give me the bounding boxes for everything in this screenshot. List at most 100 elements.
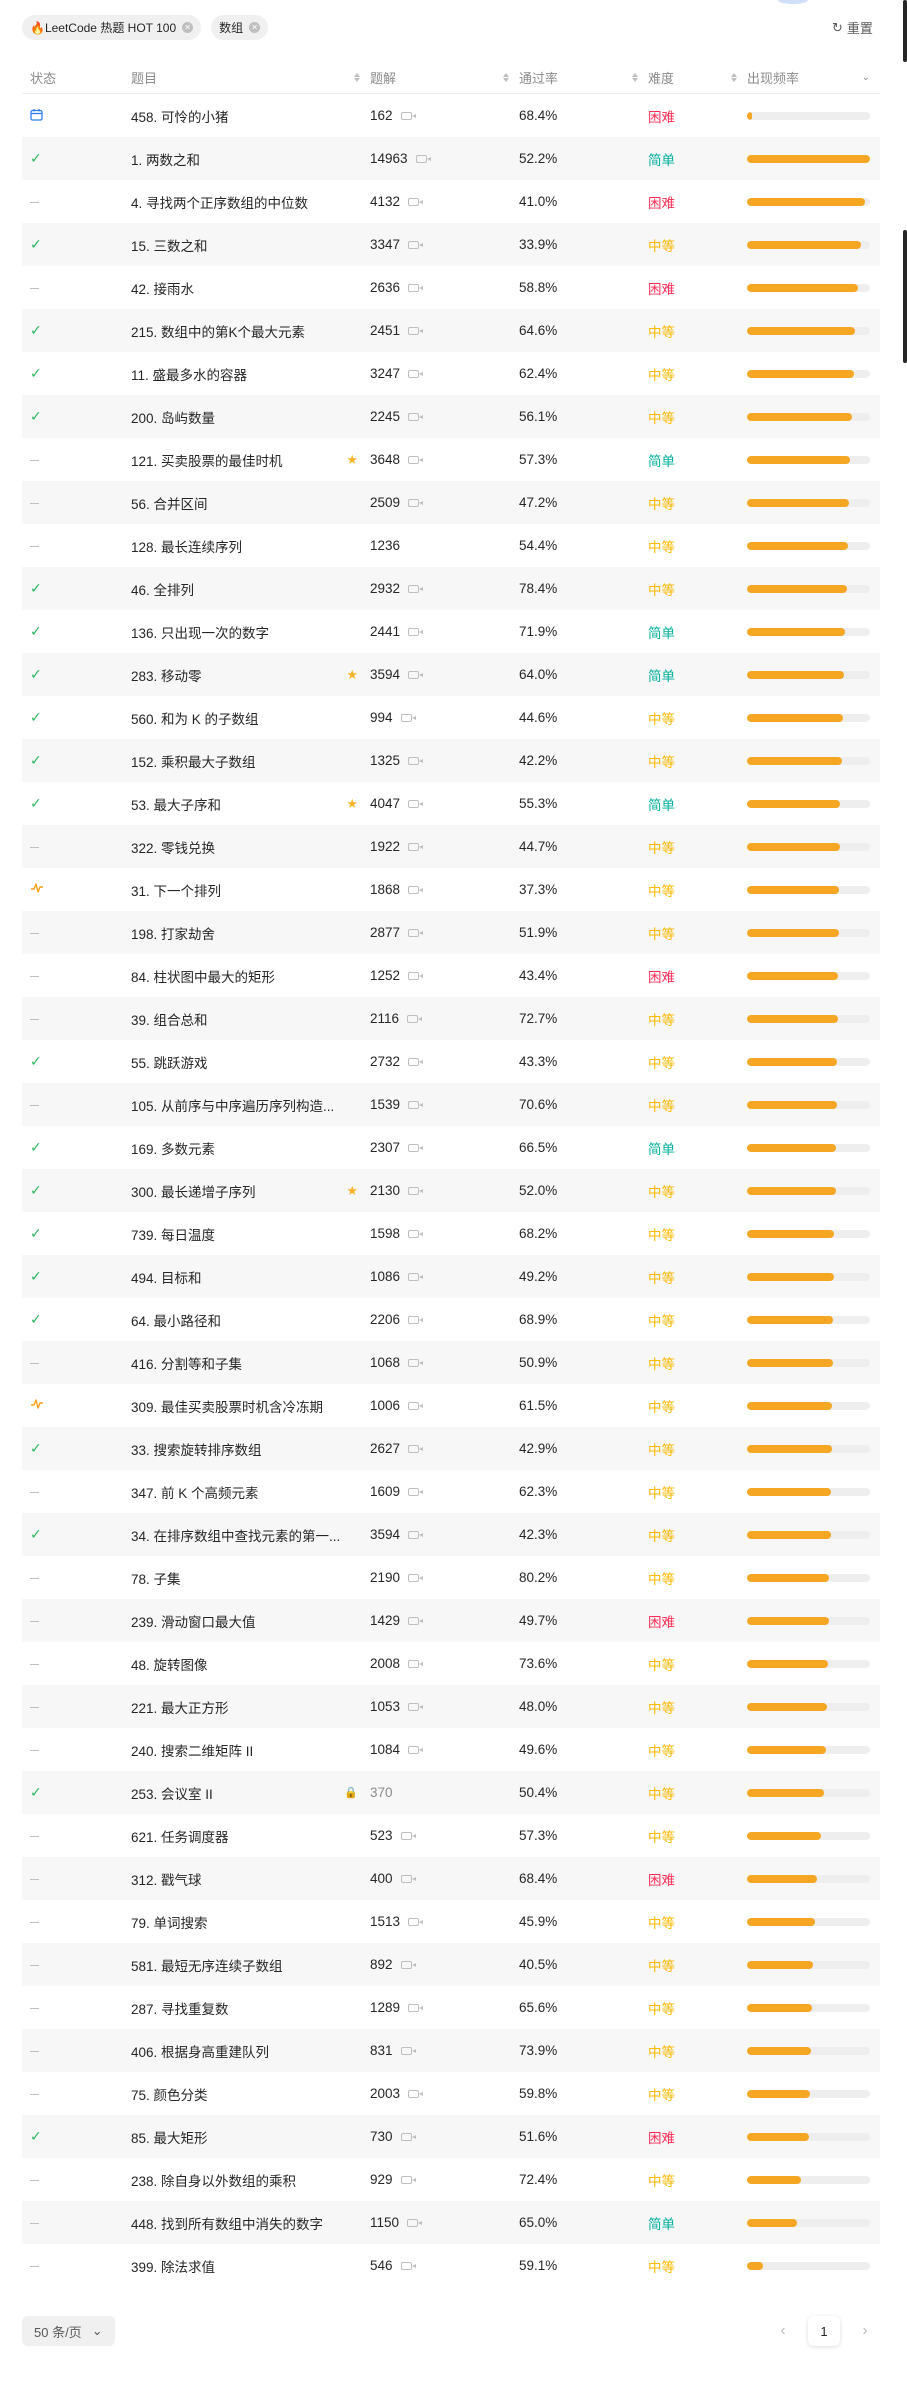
video-icon[interactable] [407,1014,423,1023]
solutions-cell[interactable]: 1539 [370,1097,519,1112]
problem-title-link[interactable]: 240. 搜索二维矩阵 II [131,1740,358,1760]
title-cell[interactable]: 1. 两数之和 [131,149,370,169]
solutions-cell[interactable]: 4132 [370,194,519,209]
scrollbar-thumb-top[interactable] [903,0,907,62]
table-row[interactable]: 312. 戳气球 400 68.4% 困难 [22,1857,880,1900]
solutions-count[interactable]: 2932 [370,581,400,596]
title-cell[interactable]: 448. 找到所有数组中消失的数字 [131,2213,370,2233]
title-cell[interactable]: 739. 每日温度 [131,1224,370,1244]
title-cell[interactable]: 406. 根据身高重建队列 [131,2041,370,2061]
solutions-count[interactable]: 4047 [370,796,400,811]
title-cell[interactable]: 55. 跳跃游戏 [131,1052,370,1072]
problem-title-link[interactable]: 46. 全排列 [131,579,358,599]
problem-title-link[interactable]: 739. 每日温度 [131,1224,358,1244]
solutions-count[interactable]: 1068 [370,1355,400,1370]
solutions-cell[interactable]: 2190 [370,1570,519,1585]
problem-title-link[interactable]: 283. 移动零 [131,665,342,685]
page-number-button[interactable]: 1 [808,2316,840,2346]
solutions-count[interactable]: 2008 [370,1656,400,1671]
title-cell[interactable]: 322. 零钱兑换 [131,837,370,857]
video-icon[interactable] [408,1186,424,1195]
title-cell[interactable]: 200. 岛屿数量 [131,407,370,427]
solutions-cell[interactable]: 400 [370,1871,519,1886]
sort-icon[interactable] [632,73,638,82]
solutions-count[interactable]: 1006 [370,1398,400,1413]
problem-title-link[interactable]: 287. 寻找重复数 [131,1998,358,2018]
video-icon[interactable] [408,283,424,292]
problem-title-link[interactable]: 448. 找到所有数组中消失的数字 [131,2213,358,2233]
table-row[interactable]: 581. 最短无序连续子数组 892 40.5% 中等 [22,1943,880,1986]
title-cell[interactable]: 309. 最佳买卖股票时机含冷冻期 [131,1396,370,1416]
solutions-count[interactable]: 2116 [370,1011,399,1026]
solutions-cell[interactable]: 1922 [370,839,519,854]
title-cell[interactable]: 238. 除自身以外数组的乘积 [131,2170,370,2190]
solutions-cell[interactable]: 546 [370,2258,519,2273]
video-icon[interactable] [408,971,424,980]
video-icon[interactable] [408,240,424,249]
table-row[interactable]: ✓ 55. 跳跃游戏 2732 43.3% 中等 [22,1040,880,1083]
solutions-cell[interactable]: 2307 [370,1140,519,1155]
video-icon[interactable] [408,455,424,464]
problem-title-link[interactable]: 458. 可怜的小猪 [131,106,358,126]
title-cell[interactable]: 287. 寻找重复数 [131,1998,370,2018]
solutions-cell[interactable]: 1086 [370,1269,519,1284]
table-row[interactable]: 79. 单词搜索 1513 45.9% 中等 [22,1900,880,1943]
table-row[interactable]: 48. 旋转图像 2008 73.6% 中等 [22,1642,880,1685]
solutions-count[interactable]: 3648 [370,452,400,467]
solutions-cell[interactable]: 994 [370,710,519,725]
solutions-count[interactable]: 831 [370,2043,393,2058]
solutions-count[interactable]: 929 [370,2172,393,2187]
video-icon[interactable] [408,1702,424,1711]
table-row[interactable]: ✓ 53. 最大子序和 ★ 4047 55.3% 简单 [22,782,880,825]
solutions-cell[interactable]: 2627 [370,1441,519,1456]
sort-icon[interactable] [731,73,737,82]
solutions-count[interactable]: 2627 [370,1441,400,1456]
title-cell[interactable]: 152. 乘积最大子数组 [131,751,370,771]
solutions-count[interactable]: 1150 [370,2215,399,2230]
solutions-count[interactable]: 994 [370,710,393,725]
video-icon[interactable] [400,2132,416,2141]
title-cell[interactable]: 42. 接雨水 [131,278,370,298]
video-icon[interactable] [408,2003,424,2012]
filter-chip-array[interactable]: 数组 ✕ [211,15,269,40]
solutions-count[interactable]: 1086 [370,1269,400,1284]
solutions-cell[interactable]: 1252 [370,968,519,983]
solutions-count[interactable]: 1252 [370,968,400,983]
problem-title-link[interactable]: 253. 会议室 II [131,1783,338,1803]
video-icon[interactable] [408,1143,424,1152]
title-cell[interactable]: 312. 戳气球 [131,1869,370,1889]
problem-title-link[interactable]: 169. 多数元素 [131,1138,358,1158]
problem-title-link[interactable]: 152. 乘积最大子数组 [131,751,358,771]
problem-title-link[interactable]: 200. 岛屿数量 [131,407,358,427]
table-row[interactable]: 406. 根据身高重建队列 831 73.9% 中等 [22,2029,880,2072]
problem-title-link[interactable]: 312. 戳气球 [131,1869,358,1889]
title-cell[interactable]: 56. 合并区间 [131,493,370,513]
problem-title-link[interactable]: 300. 最长递增子序列 [131,1181,342,1201]
title-cell[interactable]: 128. 最长连续序列 [131,536,370,556]
solutions-cell[interactable]: 1868 [370,882,519,897]
solutions-count[interactable]: 1325 [370,753,400,768]
table-row[interactable]: 75. 颜色分类 2003 59.8% 中等 [22,2072,880,2115]
problem-title-link[interactable]: 56. 合并区间 [131,493,358,513]
filter-chip-hot100[interactable]: 🔥LeetCode 热题 HOT 100 ✕ [22,15,202,40]
solutions-count[interactable]: 523 [370,1828,393,1843]
table-row[interactable]: 31. 下一个排列 1868 37.3% 中等 [22,868,880,911]
title-cell[interactable]: 221. 最大正方形 [131,1697,370,1717]
table-row[interactable]: 42. 接雨水 2636 58.8% 困难 [22,266,880,309]
video-icon[interactable] [408,197,424,206]
problem-title-link[interactable]: 399. 除法求值 [131,2256,358,2276]
solutions-cell[interactable]: 2245 [370,409,519,424]
solutions-cell[interactable]: 2932 [370,581,519,596]
video-icon[interactable] [408,412,424,421]
solutions-cell[interactable]: 2003 [370,2086,519,2101]
problem-title-link[interactable]: 136. 只出现一次的数字 [131,622,358,642]
page-size-select[interactable]: 50 条/页 ⌄ [22,2316,115,2346]
problem-title-link[interactable]: 198. 打家劫舍 [131,923,358,943]
solutions-count[interactable]: 3247 [370,366,400,381]
solutions-count[interactable]: 2636 [370,280,400,295]
solutions-count[interactable]: 1598 [370,1226,400,1241]
problem-title-link[interactable]: 31. 下一个排列 [131,880,358,900]
table-row[interactable]: ✓ 494. 目标和 1086 49.2% 中等 [22,1255,880,1298]
solutions-cell[interactable]: 1289 [370,2000,519,2015]
video-icon[interactable] [408,1573,424,1582]
